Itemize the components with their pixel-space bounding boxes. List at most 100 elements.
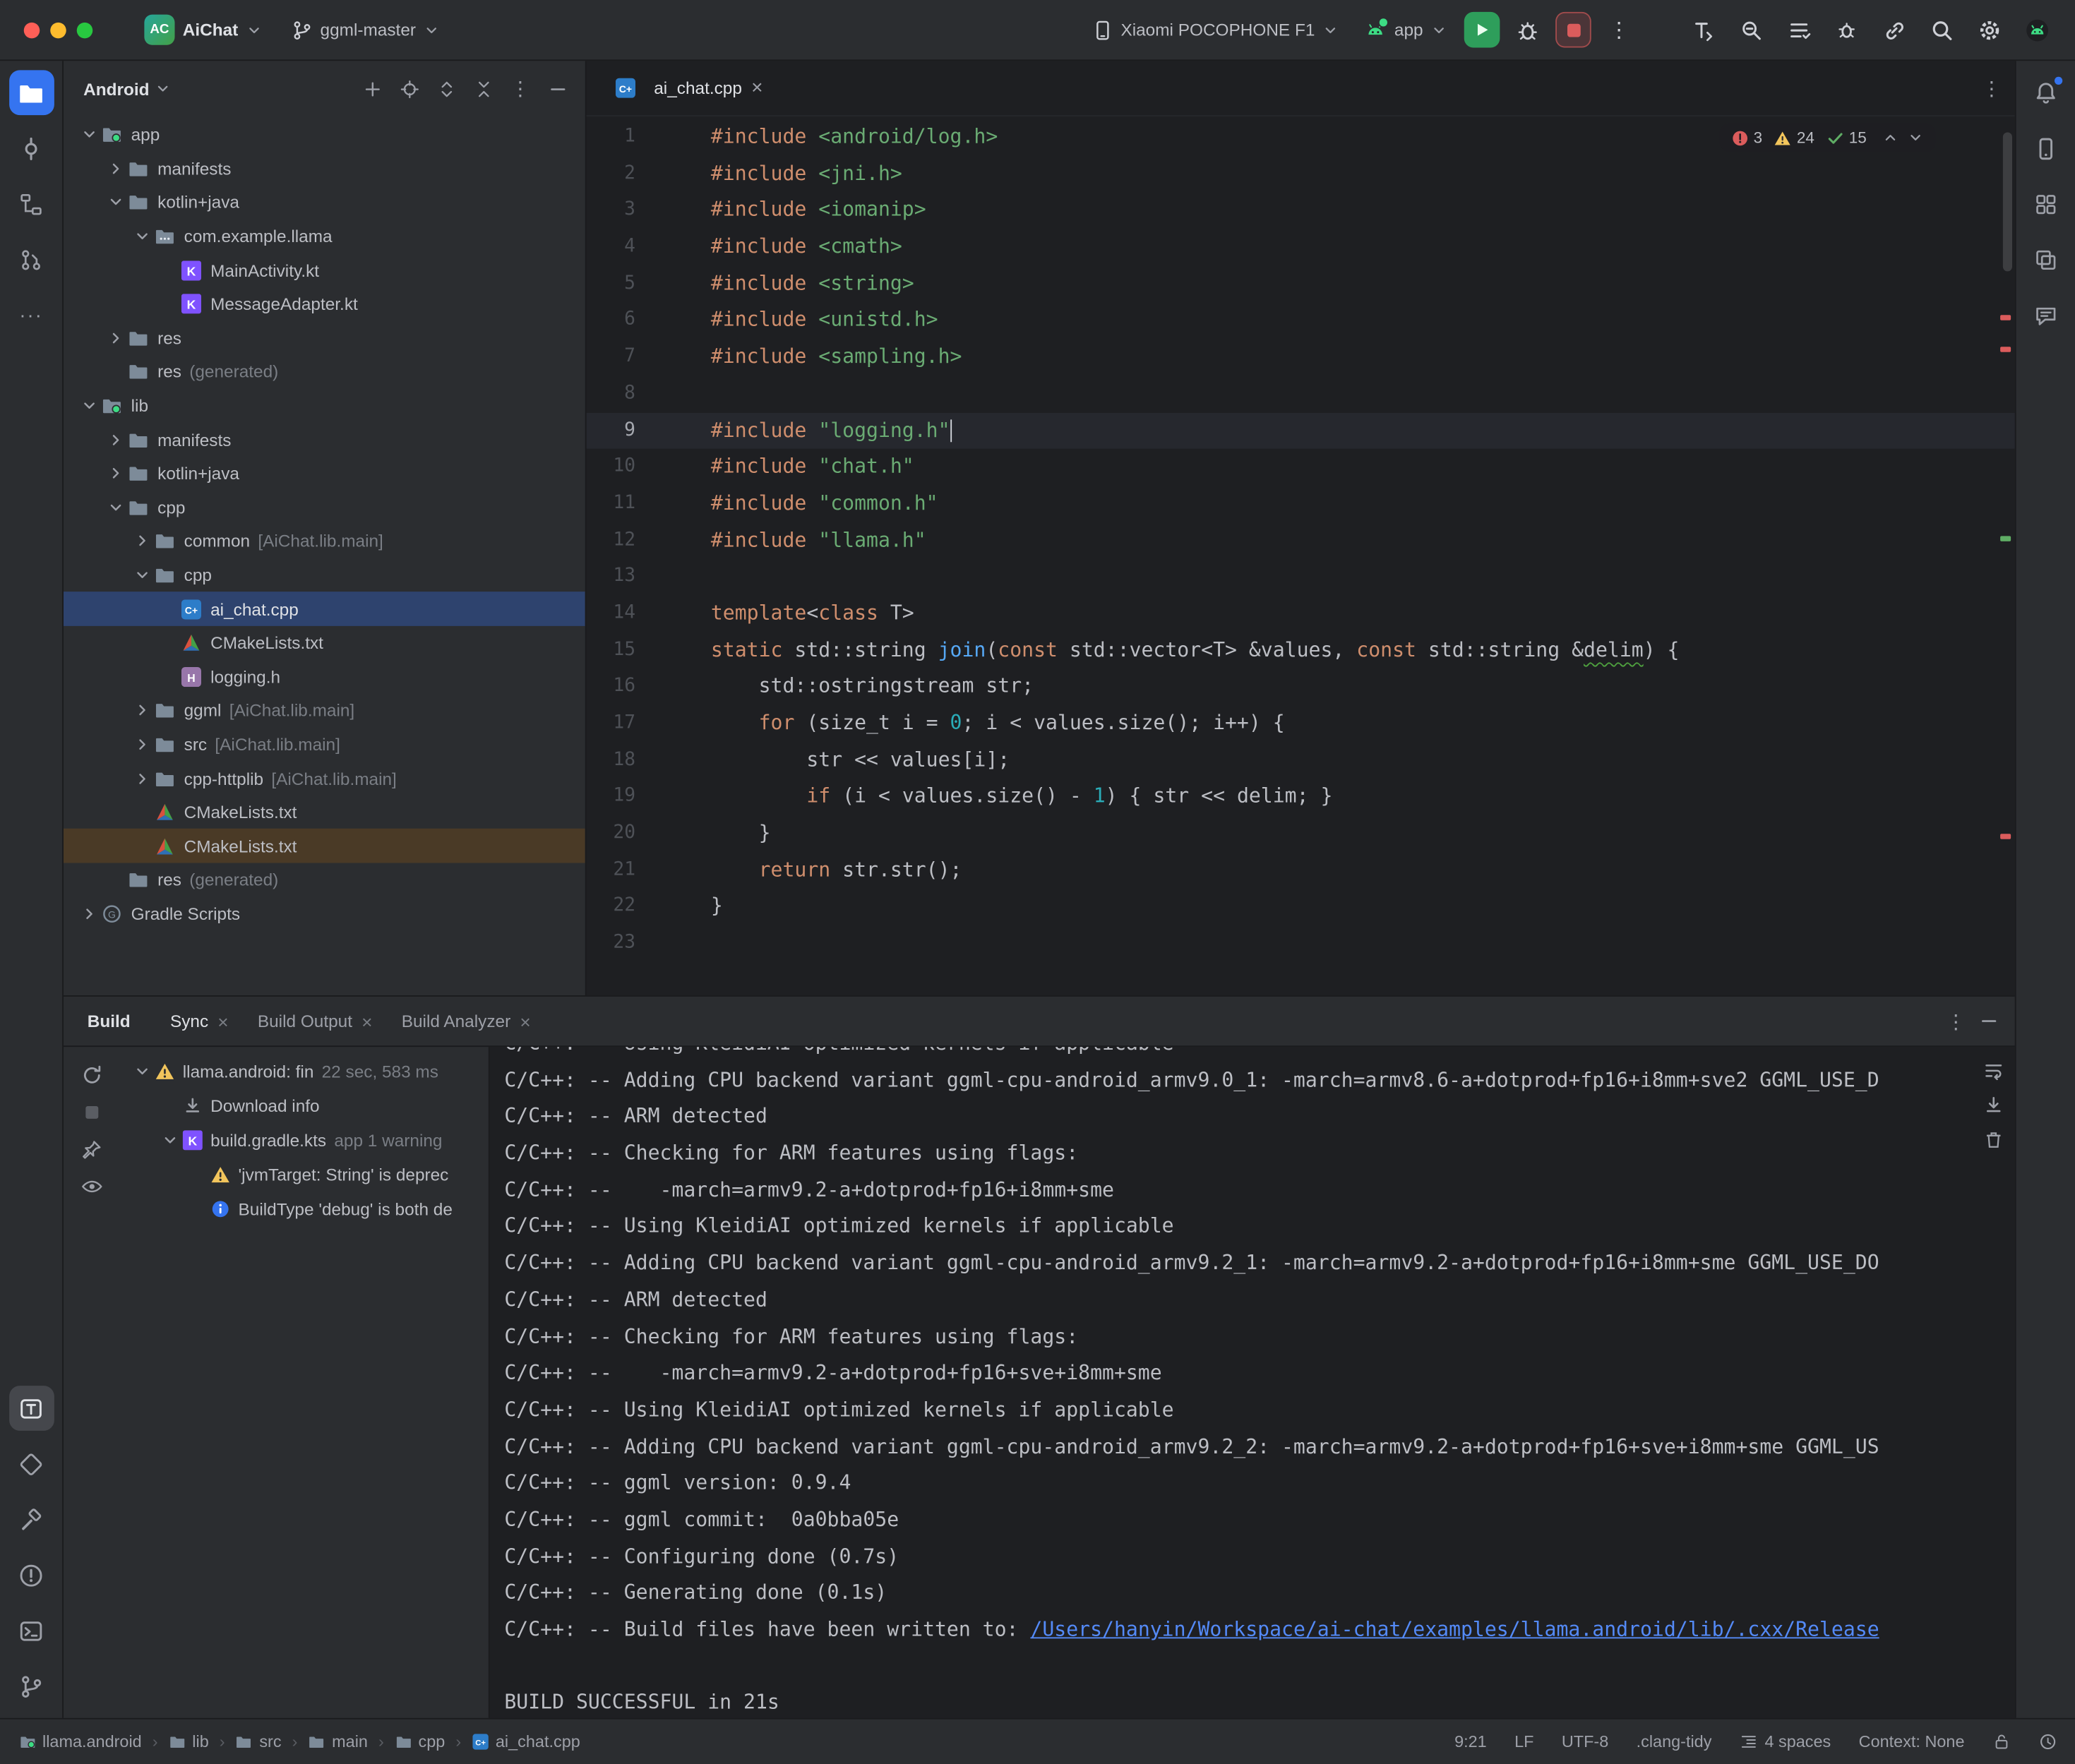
project-tree-item[interactable]: kotlin+java (64, 186, 585, 220)
breadcrumb-item[interactable]: main (308, 1732, 368, 1751)
code-line[interactable]: 13 (587, 559, 2015, 596)
chevron-down-icon[interactable] (103, 499, 127, 516)
chevron-right-icon[interactable] (130, 736, 154, 752)
notifications-icon[interactable] (2023, 70, 2069, 115)
prev-issue-icon[interactable] (1882, 130, 1898, 146)
caret-position[interactable]: 9:21 (1454, 1732, 1487, 1751)
chevron-down-icon[interactable] (130, 1062, 154, 1079)
project-tree-item[interactable]: com.example.llama (64, 220, 585, 253)
expand-all-button[interactable] (429, 71, 464, 106)
next-issue-icon[interactable] (1908, 130, 1924, 146)
chevron-down-icon[interactable] (77, 126, 101, 143)
collapse-all-button[interactable] (466, 71, 501, 106)
error-stripe[interactable] (1997, 116, 2015, 995)
chevron-right-icon[interactable] (103, 465, 127, 482)
build-tab-build-output[interactable]: Build Output× (250, 1006, 381, 1036)
stop-sync-icon[interactable] (80, 1101, 102, 1124)
console-line[interactable]: C/C++: -- ggml version: 0.9.4 (504, 1465, 2014, 1502)
project-tree-item[interactable]: cpp (64, 558, 585, 592)
breadcrumb-item[interactable]: src (236, 1732, 282, 1751)
breadcrumb-item[interactable]: C+ai_chat.cpp (472, 1732, 580, 1751)
code-line[interactable]: 21 return str.str(); (587, 852, 2015, 889)
structure-tool-icon[interactable] (8, 181, 54, 227)
console-line[interactable]: C/C++: -- ARM detected (504, 1099, 2014, 1136)
profile-avatar[interactable] (2018, 10, 2057, 49)
console-line[interactable]: C/C++: -- Using KleidiAI optimized kerne… (504, 1209, 2014, 1246)
debug-button[interactable] (1508, 10, 1548, 49)
soft-wrap-icon[interactable] (1983, 1060, 2004, 1081)
code-line[interactable]: 8 (587, 376, 2015, 412)
link-icon[interactable] (1874, 10, 1914, 49)
project-view-selector[interactable]: Android (83, 79, 149, 99)
rerun-sync-icon[interactable] (80, 1064, 102, 1087)
file-lock-icon[interactable] (1992, 1732, 2011, 1751)
project-tree-item[interactable]: res(generated) (64, 355, 585, 389)
project-tree-item[interactable]: res (64, 321, 585, 355)
chevron-right-icon[interactable] (103, 330, 127, 347)
code-line[interactable]: 18 str << values[i]; (587, 742, 2015, 779)
project-tree-item[interactable]: GGradle Scripts (64, 897, 585, 931)
errors-indicator[interactable]: 3 (1731, 128, 1762, 147)
chevron-down-icon[interactable] (157, 1131, 181, 1148)
console-line[interactable]: C/C++: -- Generating done (0.1s) (504, 1576, 2014, 1612)
console-line[interactable]: C/C++: -- Configuring done (0.7s) (504, 1539, 2014, 1576)
chevron-right-icon[interactable] (77, 905, 101, 922)
close-tab-icon[interactable]: × (361, 1012, 372, 1030)
layout-inspector-icon[interactable] (2023, 237, 2069, 282)
console-line[interactable]: C/C++: -- Checking for ARM features usin… (504, 1136, 2014, 1172)
more-tools-icon[interactable]: ··· (8, 292, 54, 337)
clang-tidy-status[interactable]: .clang-tidy (1637, 1732, 1712, 1751)
project-tree-item[interactable]: app (64, 118, 585, 152)
hide-build-button[interactable] (1979, 1012, 1999, 1031)
run-button[interactable] (1464, 12, 1500, 48)
project-tree-item[interactable]: kotlin+java (64, 457, 585, 491)
project-tree-item[interactable]: cpp (64, 491, 585, 524)
project-tree-item[interactable]: manifests (64, 423, 585, 457)
code-line[interactable]: 19 if (i < values.size() - 1) { str << d… (587, 779, 2015, 815)
context-indicator[interactable]: Context: None (1859, 1732, 1965, 1751)
close-tab-icon[interactable]: × (520, 1012, 530, 1030)
search-icon[interactable] (1922, 10, 1962, 49)
build-tree-item[interactable]: Download info (119, 1088, 489, 1122)
error-mark[interactable] (2000, 347, 2011, 352)
build-tab-build-analyzer[interactable]: Build Analyzer× (393, 1006, 538, 1036)
warnings-indicator[interactable]: 24 (1774, 128, 1814, 147)
packages-tool-icon[interactable] (8, 1441, 54, 1487)
inspections-widget[interactable]: 3 24 15 (1719, 123, 1935, 152)
resource-manager-icon[interactable] (2023, 181, 2069, 227)
chevron-right-icon[interactable] (103, 160, 127, 177)
editor-scrollbar[interactable] (2002, 133, 2011, 272)
terminal-tool-icon[interactable] (8, 1608, 54, 1653)
code-line[interactable]: 7#include <sampling.h> (587, 339, 2015, 376)
project-tree-item[interactable]: ggml[AiChat.lib.main] (64, 694, 585, 728)
chevron-down-icon[interactable] (130, 228, 154, 245)
build-tree-item[interactable]: BuildType 'debug' is both de (119, 1192, 489, 1226)
chevron-down-icon[interactable] (77, 397, 101, 414)
build-tree-item[interactable]: Kbuild.gradle.ktsapp 1 warning (119, 1122, 489, 1157)
project-tree-item[interactable]: common[AiChat.lib.main] (64, 524, 585, 558)
project-tree-item[interactable]: KMainActivity.kt (64, 253, 585, 287)
breadcrumb-item[interactable]: lib (169, 1732, 209, 1751)
attach-debugger-icon[interactable] (1827, 10, 1867, 49)
device-selector[interactable]: Xiaomi POCOPHONE F1 (1082, 14, 1348, 46)
project-tree-item[interactable]: CMakeLists.txt (64, 829, 585, 863)
add-button[interactable] (355, 71, 390, 106)
find-in-files-icon[interactable] (1732, 10, 1771, 49)
editor-tab-options[interactable]: ⋮ (1982, 76, 2002, 100)
code-editor[interactable]: 1#include <android/log.h>2#include <jni.… (587, 116, 2015, 995)
close-tab-icon[interactable]: × (751, 78, 763, 98)
console-line[interactable]: C/C++: -- -march=armv9.2-a+dotprod+fp16+… (504, 1172, 2014, 1209)
chevron-down-icon[interactable] (130, 567, 154, 584)
build-tree-item[interactable]: llama.android: fin22 sec, 583 ms (119, 1054, 489, 1088)
clear-console-icon[interactable] (1983, 1129, 2004, 1150)
chevron-down-icon[interactable] (103, 194, 127, 211)
console-line[interactable]: C/C++: -- Build files have been written … (504, 1612, 2014, 1649)
version-control-tool-icon[interactable] (8, 1664, 54, 1709)
device-manager-icon[interactable] (2023, 126, 2069, 171)
build-tree-item[interactable]: 'jvmTarget: String' is deprec (119, 1157, 489, 1192)
project-tree-item[interactable]: Hlogging.h (64, 660, 585, 694)
problems-tool-icon[interactable] (8, 1552, 54, 1597)
console-line[interactable]: C/C++: -- Adding CPU backend variant ggm… (504, 1246, 2014, 1283)
success-mark[interactable] (2000, 536, 2011, 541)
console-line[interactable]: C/C++: -- Using KleidiAI optimized kerne… (504, 1392, 2014, 1429)
